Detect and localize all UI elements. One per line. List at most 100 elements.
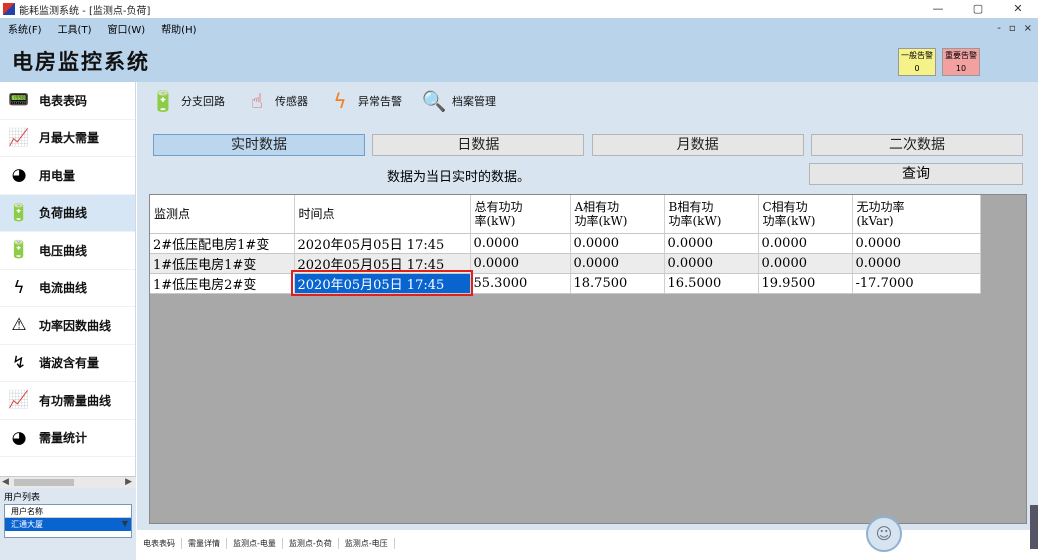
table-row[interactable]: 1#低压电房1#变 2020年05月05日 17:45 0.0000 0.000… [150,253,981,274]
alarm-general-badge[interactable]: 一般告警 0 [898,48,936,76]
magnifier-icon: 🔍 [421,89,447,113]
query-button[interactable]: 查询 [809,163,1023,185]
sidebar-horizontal-scrollbar[interactable]: ◀ ▶ [0,476,136,488]
cell-phase-c-power[interactable]: 0.0000 [758,233,853,254]
cell-time-selected[interactable]: 2020年05月05日 17:45 [291,270,473,296]
column-header-phase-a-power[interactable]: A相有功 功率(kW) [570,195,665,234]
user-list-item-selected[interactable]: 汇通大厦 [5,518,131,531]
cell-monitoring-point[interactable]: 2#低压配电房1#变 [150,233,295,254]
window-controls: — ▢ ✕ [918,0,1038,18]
sidebar-item-label: 电表表码 [39,93,88,108]
column-header-monitoring-point[interactable]: 监测点 [150,195,295,234]
window-title: 能耗监测系统 - [监测点-负荷] [19,5,151,17]
sidebar-item-monthly-max-demand[interactable]: 📈 月最大需量 [0,120,135,157]
assistant-robot-icon[interactable]: ☺ [866,516,902,552]
cell-reactive-power[interactable]: 0.0000 [852,233,981,254]
column-header-time[interactable]: 时间点 [294,195,471,234]
cell-time[interactable]: 2020年05月05日 17:45 [294,253,471,274]
scrollbar-thumb[interactable] [14,479,74,486]
touch-icon: ☝ [250,89,264,113]
menu-window[interactable]: 窗口(W) [99,21,153,36]
bottom-tab-point-voltage[interactable]: 监测点-电压 [339,537,395,549]
mdi-restore-button[interactable]: ▫ [1009,23,1016,34]
table-row[interactable]: 2#低压配电房1#变 2020年05月05日 17:45 0.0000 0.00… [150,233,981,254]
window-titlebar: 能耗监测系统 - [监测点-负荷] — ▢ ✕ [0,0,1038,18]
sidebar-item-power-factor-curve[interactable]: ⚠ 功率因数曲线 [0,307,135,345]
cell-phase-a-power[interactable]: 0.0000 [570,233,665,254]
table-row[interactable]: 1#低压电房2#变 2020年05月05日 17:45 55.3000 18.7… [150,270,981,296]
mdi-minimize-button[interactable]: - [997,23,1001,34]
cell-phase-a-power[interactable]: 18.7500 [570,273,665,294]
cell-monitoring-point[interactable]: 1#低压电房1#变 [150,253,295,274]
cell-phase-c-power[interactable]: 19.9500 [758,273,853,294]
bottom-window-tabs: 电表表码 需量详情 监测点-电量 监测点-负荷 监测点-电压 [137,532,837,554]
sidebar-item-consumption[interactable]: ◕ 用电量 [0,157,135,195]
maximize-button[interactable]: ▢ [958,0,998,18]
scroll-left-icon[interactable]: ◀ [2,477,9,487]
bottom-tab-demand-details[interactable]: 需量详情 [182,537,227,549]
cell-total-active-power[interactable]: 55.3000 [470,273,571,294]
tab-daily-data[interactable]: 日数据 [372,134,585,156]
cell-phase-b-power[interactable]: 16.5000 [664,273,759,294]
meter-icon: 📟 [8,90,30,111]
alarm-serious-count: 10 [955,64,967,73]
column-header-total-active-power[interactable]: 总有功功 率(kW) [470,195,571,234]
tab-monthly-data[interactable]: 月数据 [591,134,804,156]
transformer-icon: 🔋 [8,240,30,261]
cell-time[interactable]: 2020年05月05日 17:45 [294,233,471,254]
app-title: 电房监控系统 [12,49,150,74]
sidebar: 📟 电表表码 📈 月最大需量 ◕ 用电量 🔋 负荷曲线 🔋 电压曲线 ϟ 电流曲… [0,82,136,482]
data-grid: 监测点 时间点 总有功功 率(kW) A相有功 功率(kW) B相有功 功率(k… [149,194,1027,524]
chart-icon: 📈 [8,127,30,148]
bottom-tab-point-load[interactable]: 监测点-负荷 [283,537,339,549]
menu-system[interactable]: 系统(F) [0,21,50,36]
tab-secondary-data[interactable]: 二次数据 [810,134,1023,156]
cell-total-active-power[interactable]: 0.0000 [470,233,571,254]
chevron-down-icon[interactable]: ▼ [120,519,130,535]
sidebar-item-current-curve[interactable]: ϟ 电流曲线 [0,270,135,307]
menu-tools[interactable]: 工具(T) [50,21,100,36]
sidebar-item-load-curve[interactable]: 🔋 负荷曲线 [0,194,135,232]
tab-realtime-data[interactable]: 实时数据 [153,134,365,156]
alarm-serious-badge[interactable]: 重要告警 10 [942,48,980,76]
cell-phase-a-power[interactable]: 0.0000 [570,253,665,274]
cell-reactive-power[interactable]: -17.7000 [852,273,981,294]
column-header-phase-c-power[interactable]: C相有功 功率(kW) [758,195,853,234]
abnormal-alarm-button[interactable]: ϟ 异常告警 [326,87,402,115]
sensor-button[interactable]: ☝ 传感器 [243,87,308,115]
sidebar-item-demand-statistics[interactable]: ◕ 需量统计 [0,420,135,457]
column-header-phase-b-power[interactable]: B相有功 功率(kW) [664,195,759,234]
transformer-icon: 🔋 [8,202,30,223]
branch-circuit-button[interactable]: 🔋 分支回路 [149,87,225,115]
pie-chart-icon: ◕ [11,165,27,186]
bolt-icon: ↯ [11,352,27,373]
sidebar-item-label: 电压曲线 [39,243,88,258]
cell-phase-c-power[interactable]: 0.0000 [758,253,853,274]
minimize-button[interactable]: — [918,0,958,18]
mdi-close-button[interactable]: × [1024,23,1032,34]
bottom-tab-point-consumption[interactable]: 监测点-电量 [227,537,283,549]
vertical-scrollbar[interactable] [1030,505,1038,549]
cell-phase-b-power[interactable]: 0.0000 [664,253,759,274]
user-list-header: 用户名称 [5,505,131,518]
sidebar-item-harmonic-content[interactable]: ↯ 谐波含有量 [0,345,135,382]
scroll-right-icon[interactable]: ▶ [125,477,132,487]
close-button[interactable]: ✕ [998,0,1038,18]
menu-bar: 系统(F) 工具(T) 窗口(W) 帮助(H) - ▫ × [0,18,1038,38]
menu-help[interactable]: 帮助(H) [153,21,204,36]
sidebar-item-voltage-curve[interactable]: 🔋 电压曲线 [0,232,135,270]
archive-management-button[interactable]: 🔍 档案管理 [420,87,496,115]
data-tabs: 实时数据 日数据 月数据 二次数据 [153,134,1023,156]
pie-chart-icon: ◕ [11,427,27,448]
sidebar-item-meter-reading[interactable]: 📟 电表表码 [0,82,135,120]
lightning-icon: ϟ [13,277,25,298]
cell-monitoring-point[interactable]: 1#低压电房2#变 [150,273,295,294]
bottom-tab-meter-reading[interactable]: 电表表码 [137,537,182,549]
app-header: 电房监控系统 一般告警 0 重要告警 10 [0,38,1038,82]
sidebar-item-active-demand-curve[interactable]: 📈 有功需量曲线 [0,382,135,420]
cell-phase-b-power[interactable]: 0.0000 [664,233,759,254]
column-header-reactive-power[interactable]: 无功功率 (kVar) [852,195,981,234]
cell-reactive-power[interactable]: 0.0000 [852,253,981,274]
user-list[interactable]: 用户名称 汇通大厦 ▼ [4,504,132,538]
cell-total-active-power[interactable]: 0.0000 [470,253,571,274]
